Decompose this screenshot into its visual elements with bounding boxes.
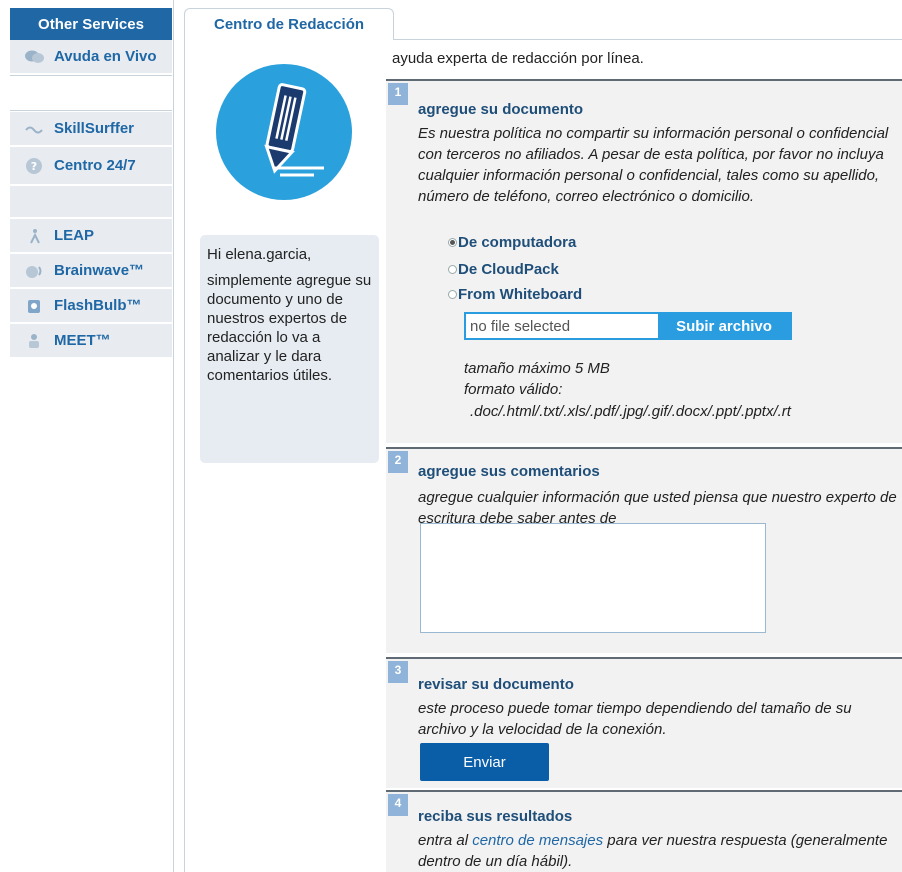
tab-centro-redaccion[interactable]: Centro de Redacción	[184, 8, 394, 40]
svg-text:?: ?	[31, 160, 37, 173]
greeting-box: Hi elena.garcia, simplemente agregue su …	[200, 235, 379, 463]
sidebar-item-label: MEET™	[54, 332, 111, 349]
leap-icon	[24, 226, 46, 246]
file-name-input[interactable]: no file selected	[466, 314, 658, 338]
step-4-section: 4 reciba sus resultados entra al centro …	[386, 790, 902, 872]
step-title: revisar su documento	[418, 676, 574, 693]
flashbulb-icon	[24, 296, 46, 316]
sidebar-item-ayuda[interactable]: Avuda en Vivo	[10, 40, 172, 74]
sidebar-header: Other Services	[10, 8, 172, 40]
option-whiteboard[interactable]: From Whiteboard	[448, 286, 582, 303]
option-label: De computadora	[458, 234, 577, 251]
sidebar-item-label: LEAP	[54, 227, 95, 244]
radio-button[interactable]	[448, 265, 457, 274]
meet-icon	[24, 331, 46, 351]
message-center-link[interactable]: centro de mensajes	[472, 832, 603, 849]
sidebar-spacer	[10, 75, 172, 111]
step-3-section: 3 revisar su documento este proceso pued…	[386, 657, 902, 788]
sidebar-item-label: Centro 24/7	[54, 157, 136, 174]
step-1-section: 1 agregue su documento Es nuestra políti…	[386, 79, 902, 443]
step-number: 2	[388, 451, 408, 473]
tab-divider	[394, 39, 902, 40]
format-label: formato válido:	[464, 381, 563, 398]
step-number: 1	[388, 83, 408, 105]
option-label: De CloudPack	[458, 261, 559, 278]
max-size-text: tamaño máximo 5 MB	[464, 360, 610, 377]
question-icon: ?	[24, 156, 46, 176]
brainwave-icon	[24, 261, 46, 281]
upload-button[interactable]: Subir archivo	[658, 314, 790, 338]
results-text: entra al	[418, 832, 473, 849]
sidebar-item-label: SkillSurffer	[54, 120, 135, 137]
step-title: agregue su documento	[418, 101, 584, 118]
intro-text: ayuda experta de redacción por línea.	[392, 50, 644, 67]
sidebar: Other Services Avuda en Vivo SkillSurffe…	[0, 0, 174, 872]
greeting-message: simplemente agregue su documento y uno d…	[207, 272, 372, 384]
sidebar-item-leap[interactable]: LEAP	[10, 219, 172, 253]
file-upload-field[interactable]: no file selected Subir archivo	[464, 312, 792, 340]
step-description: este proceso puede tomar tiempo dependie…	[418, 700, 852, 738]
step-description: entra al centro de mensajes para ver nue…	[418, 830, 902, 872]
step-description: Es nuestra política no compartir su info…	[418, 125, 889, 205]
greeting-name: Hi elena.garcia,	[207, 246, 312, 263]
sidebar-item-label: FlashBulb™	[54, 297, 142, 314]
sidebar-item-meet[interactable]: MEET™	[10, 324, 172, 358]
sidebar-item-skillsurffer[interactable]: SkillSurffer	[10, 112, 172, 146]
step-2-section: 2 agregue sus comentarios agregue cualqu…	[386, 447, 902, 653]
wave-icon	[24, 119, 46, 139]
content-border	[184, 40, 185, 872]
step-title: reciba sus resultados	[418, 808, 573, 825]
step-number: 3	[388, 661, 408, 683]
pencil-logo-icon	[216, 64, 352, 200]
sidebar-item-centro[interactable]: ? Centro 24/7	[10, 147, 172, 185]
sidebar-item-label: Avuda en Vivo	[54, 48, 157, 65]
format-list: .doc/.html/.txt/.xls/.pdf/.jpg/.gif/.doc…	[470, 403, 791, 420]
comments-textarea[interactable]	[420, 523, 766, 633]
step-number: 4	[388, 794, 408, 816]
option-label: From Whiteboard	[458, 286, 583, 303]
step-title: agregue sus comentarios	[418, 463, 600, 480]
radio-button[interactable]	[448, 290, 457, 299]
chat-bubbles-icon	[24, 47, 46, 67]
sidebar-item-flashbulb[interactable]: FlashBulb™	[10, 289, 172, 323]
send-button[interactable]: Enviar	[420, 743, 549, 781]
sidebar-item-label: Brainwave™	[54, 262, 145, 279]
option-cloudpack[interactable]: De CloudPack	[448, 261, 559, 278]
sidebar-item-brainwave[interactable]: Brainwave™	[10, 254, 172, 288]
sidebar-spacer	[10, 186, 172, 218]
option-computadora[interactable]: De computadora	[448, 234, 576, 251]
radio-button[interactable]	[448, 238, 457, 247]
